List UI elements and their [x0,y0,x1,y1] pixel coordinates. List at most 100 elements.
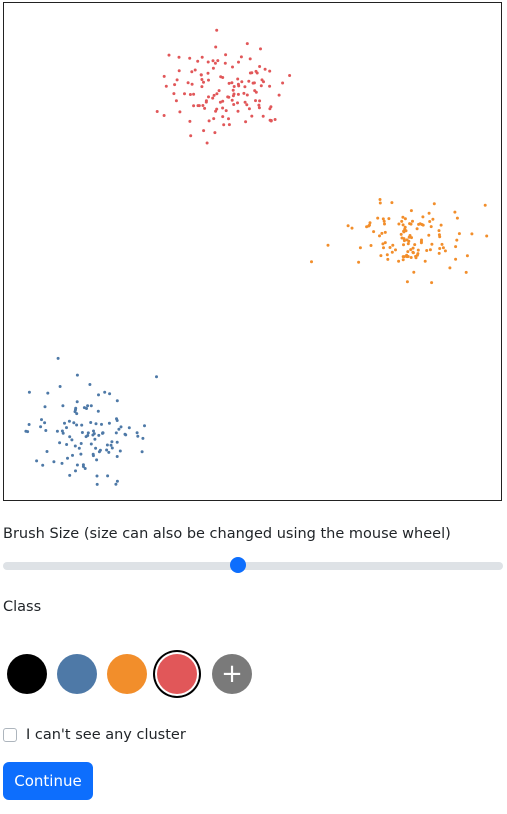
add-class-button[interactable]: + [212,654,252,694]
data-point-red [217,89,221,93]
data-point-red [242,91,246,95]
data-point-orange [415,227,419,231]
data-point-red [216,59,220,63]
data-point-blue [101,431,105,435]
no-cluster-checkbox[interactable] [3,728,17,742]
data-point-red [261,114,265,118]
data-point-orange [397,222,401,226]
data-point-orange [399,232,403,236]
data-point-red [236,82,240,86]
data-point-red [178,110,182,114]
data-point-red [188,119,192,123]
data-point-red [221,115,225,119]
data-point-red [213,61,217,65]
data-point-blue [45,450,49,453]
data-point-red [221,106,225,110]
data-point-orange [400,236,404,240]
class-swatch-blue[interactable] [57,654,97,694]
data-point-red [262,80,265,84]
data-point-orange [378,234,381,238]
data-point-orange [411,219,414,223]
data-point-orange [358,246,362,250]
data-point-blue [24,429,28,433]
data-point-orange [383,241,387,245]
data-point-red [183,92,186,96]
data-point-blue [77,446,81,450]
brush-size-slider-thumb[interactable] [230,557,246,573]
data-point-red [268,107,272,111]
data-point-blue [141,436,145,440]
brush-size-slider-track[interactable] [3,562,503,570]
data-point-red [205,141,209,145]
data-point-orange [413,243,417,247]
scatter-canvas[interactable] [3,2,502,501]
data-point-red [269,119,273,122]
data-point-red [236,77,240,81]
data-point-orange [421,215,425,219]
data-point-blue [43,405,47,409]
data-point-blue [74,469,77,473]
data-point-blue [115,455,119,458]
data-point-red [211,59,215,63]
data-point-red [164,84,168,88]
data-point-blue [89,442,93,446]
data-point-blue [124,433,128,437]
data-point-orange [368,221,372,225]
data-point-orange [400,219,404,223]
data-point-red [281,81,285,85]
data-point-blue [70,438,74,442]
data-point-blue [75,423,79,427]
data-point-orange [394,248,397,252]
data-point-red [254,99,257,103]
data-point-orange [454,257,458,261]
data-point-red [273,118,277,121]
data-point-red [172,92,176,96]
data-point-red [213,131,217,135]
data-point-blue [75,373,79,377]
data-point-red [250,114,254,118]
class-swatch-black[interactable] [7,654,47,694]
data-point-orange [425,249,429,252]
data-point-red [207,78,210,82]
data-point-blue [52,460,56,464]
data-point-red [192,104,196,108]
scatter-plot[interactable] [4,3,501,500]
data-point-blue [155,375,158,379]
data-point-blue [85,407,88,410]
data-point-red [227,117,230,121]
no-cluster-label[interactable]: I can't see any cluster [26,725,186,745]
data-point-blue [117,427,121,431]
data-point-red [244,120,248,124]
data-point-red [236,101,239,105]
data-point-red [162,74,166,78]
data-point-red [268,69,272,73]
data-point-red [211,66,215,70]
data-point-red [226,95,230,99]
class-swatch-orange[interactable] [107,654,147,694]
data-point-red [223,61,227,65]
data-point-blue [72,421,76,425]
continue-button[interactable]: Continue [3,762,93,800]
data-point-blue [95,474,99,478]
data-point-blue [106,474,110,478]
data-point-blue [63,421,66,425]
data-point-red [236,109,240,113]
data-point-blue [91,433,95,437]
data-point-orange [350,226,354,230]
data-point-blue [55,429,59,433]
data-point-red [227,123,231,127]
class-swatch-red[interactable] [157,654,197,694]
data-point-red [222,123,226,127]
data-point-red [155,110,159,113]
data-point-orange [455,216,459,220]
data-point-blue [89,404,93,408]
data-point-orange [427,233,431,237]
data-point-red [214,109,218,113]
data-point-blue [65,443,69,446]
data-point-orange [416,248,420,252]
data-point-orange [357,260,361,264]
data-point-blue [67,419,71,423]
data-point-blue [114,482,118,486]
data-point-orange [428,220,432,223]
data-point-orange [387,217,391,221]
